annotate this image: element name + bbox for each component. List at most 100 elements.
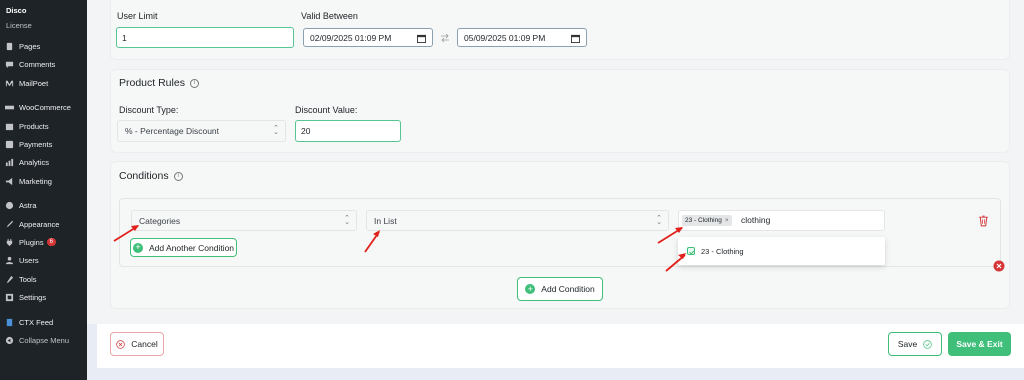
sidebar-item-appearance[interactable]: Appearance [4,216,59,232]
trash-icon[interactable] [978,215,989,227]
section-title-text: Product Rules [119,77,185,89]
sidebar-subtitle[interactable]: License [6,21,32,30]
sidebar-item-label: Collapse Menu [19,335,70,345]
product-rules-title: Product Rules i [119,77,199,89]
sidebar-item-payments[interactable]: Payments [4,136,52,152]
update-count-badge: 6 [46,238,56,246]
sidebar-item-label: Tools [19,274,37,284]
sidebar-item-marketing[interactable]: Marketing [4,173,52,189]
calendar-icon[interactable] [571,34,580,43]
sidebar-item-astra[interactable]: Astra [4,197,37,213]
valid-between-label: Valid Between [301,11,358,21]
astra-icon [4,200,14,210]
sidebar-item-users[interactable]: Users [4,252,39,268]
admin-sidebar: Disco License Pages Comments MailPoet Wo… [0,0,87,380]
payments-icon [4,139,14,149]
sidebar-item-label: Pages [19,41,41,51]
sidebar-item-label: Plugins [19,237,44,247]
button-label: Cancel [131,339,158,349]
sidebar-item-settings[interactable]: Settings [4,289,46,305]
save-button[interactable]: Save [888,332,942,356]
annotation-arrow [665,253,686,272]
sidebar-title[interactable]: Disco [6,6,26,15]
sidebar-item-label: CTX Feed [19,317,54,327]
end-datetime-value: 05/09/2025 01:09 PM [464,32,546,43]
plugins-icon [4,237,14,247]
dropdown-option[interactable]: 23 - Clothing [701,247,744,256]
start-datetime-value: 02/09/2025 01:09 PM [310,32,392,43]
woocommerce-icon [4,102,14,112]
users-icon [4,255,14,265]
mailpoet-icon [4,78,14,88]
button-label: Save [897,339,918,349]
discount-value-label: Discount Value: [295,105,358,115]
calendar-icon[interactable] [417,34,426,43]
settings-icon [4,292,14,302]
annotation-arrow [113,225,139,242]
sidebar-item-tools[interactable]: Tools [4,271,37,287]
button-label: Add Condition [541,284,595,294]
add-condition-button[interactable]: + Add Condition [517,277,603,301]
ctx-feed-icon [4,317,14,327]
sidebar-item-label: Users [19,255,39,265]
save-and-exit-button[interactable]: Save & Exit [948,332,1011,356]
annotation-arrow [364,230,380,253]
sidebar-collapse-menu[interactable]: Collapse Menu [4,332,69,348]
cancel-icon [116,339,125,349]
sidebar-item-label: WooCommerce [19,102,71,112]
check-circle-icon [923,339,932,349]
tag-remove-icon[interactable]: × [725,217,729,224]
user-limit-label: User Limit [117,11,158,21]
chevron-updown-icon: ⌃ ⌄ [344,214,350,226]
tools-icon [4,274,14,284]
discount-type-value: % - Percentage Discount [125,126,220,136]
condition-field-value: Categories [139,215,181,226]
annotation-arrow [657,227,683,244]
sidebar-item-label: Analytics [19,157,50,167]
sidebar-item-label: MailPoet [19,78,49,88]
appearance-icon [4,219,14,229]
sidebar-item-label: Settings [19,292,47,302]
analytics-icon [4,157,14,167]
end-datetime-input[interactable]: 05/09/2025 01:09 PM [457,28,587,47]
tag-label: 23 - Clothing [685,217,722,224]
info-icon[interactable]: i [189,78,199,88]
sidebar-item-plugins[interactable]: Plugins 6 [4,234,56,250]
discount-value-input[interactable]: 20 [295,120,401,142]
condition-field-select[interactable]: Categories ⌃ ⌄ [131,210,357,231]
sidebar-item-ctx-feed[interactable]: CTX Feed [4,314,53,330]
condition-operator-value: In List [374,215,397,226]
user-limit-input[interactable]: 1 [116,27,294,48]
add-another-condition-button[interactable]: + Add Another Condition [130,238,237,257]
marketing-icon [4,176,14,186]
sidebar-item-label: Payments [19,139,53,149]
products-icon [4,121,14,131]
plus-icon: + [132,242,143,253]
section-title-text: Conditions [119,170,169,182]
discount-type-select[interactable]: % - Percentage Discount ⌃ ⌄ [117,120,286,142]
conditions-title: Conditions i [119,170,183,182]
pages-icon [4,41,14,51]
sidebar-item-woocommerce[interactable]: WooCommerce [4,99,71,115]
remove-group-icon[interactable] [993,260,1005,272]
condition-operator-select[interactable]: In List ⌃ ⌄ [366,210,669,231]
swap-arrows-icon [441,33,449,43]
multiselect-search-input[interactable]: clothing [741,215,770,225]
start-datetime-input[interactable]: 02/09/2025 01:09 PM [303,28,433,47]
footer-bar [97,324,1024,368]
discount-type-label: Discount Type: [119,105,179,115]
sidebar-item-label: Astra [19,200,37,210]
sidebar-item-products[interactable]: Products [4,118,49,134]
collapse-icon [4,335,14,345]
info-icon[interactable]: i [173,171,183,181]
chevron-updown-icon: ⌃ ⌄ [273,125,279,136]
sidebar-item-comments[interactable]: Comments [4,56,55,72]
sidebar-item-analytics[interactable]: Analytics [4,154,49,170]
button-label: Add Another Condition [148,242,235,253]
sidebar-item-mailpoet[interactable]: MailPoet [4,75,48,91]
sidebar-item-pages[interactable]: Pages [4,38,40,54]
plus-icon: + [525,284,536,294]
comments-icon [4,59,14,69]
sidebar-item-label: Comments [19,59,56,69]
cancel-button[interactable]: Cancel [110,332,164,356]
